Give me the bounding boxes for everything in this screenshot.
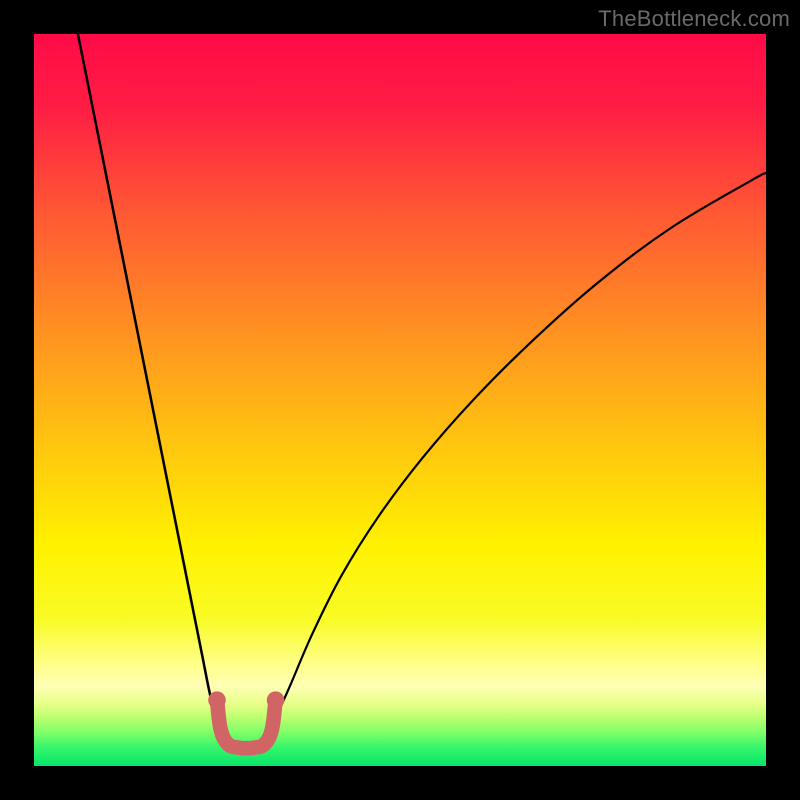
plot-area	[34, 34, 766, 766]
valley-endpoint-dot	[267, 691, 285, 709]
left-curve	[78, 34, 232, 748]
right-curve	[261, 173, 766, 748]
valley-floor-curve	[217, 700, 276, 748]
watermark-text: TheBottleneck.com	[598, 6, 790, 32]
valley-endpoint-dot	[208, 691, 226, 709]
valley-endpoint-dots	[208, 691, 284, 709]
chart-frame: TheBottleneck.com	[0, 0, 800, 800]
curves-layer	[34, 34, 766, 766]
